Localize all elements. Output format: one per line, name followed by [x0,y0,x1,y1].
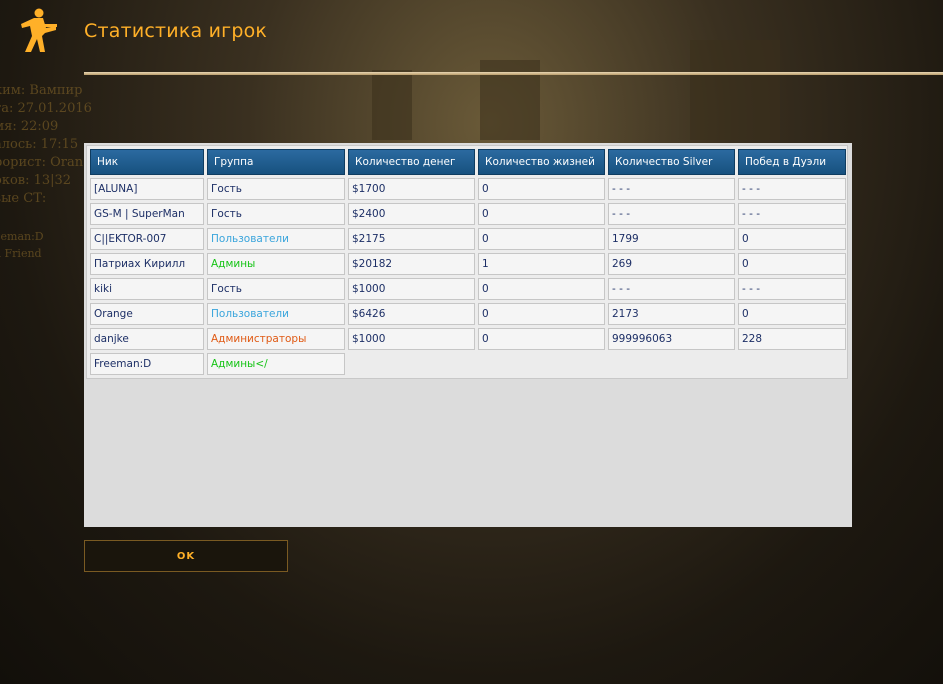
column-header-nick[interactable]: Ник [90,149,204,175]
cell-silver: 999996063 [608,328,735,350]
cell-duels: - - - [738,278,846,300]
cell-silver: 1799 [608,228,735,250]
column-header-lives[interactable]: Количество жизней [478,149,605,175]
cell-lives: 0 [478,278,605,300]
cell-nick: Orange [90,303,204,325]
table-row[interactable]: [ALUNA] Гость $1700 0- - -- - - [90,178,846,200]
cell-group: Пользователи [207,228,345,250]
cell-lives: 0 [478,303,605,325]
table-row[interactable]: Orange Пользователи $6426 0 2173 0 [90,303,846,325]
cell-lives: 0 [478,178,605,200]
cell-silver: 269 [608,253,735,275]
cell-duels: 0 [738,303,846,325]
table-row[interactable]: kiki Гость $1000 0- - -- - - [90,278,846,300]
cell-group: Админы</ [207,353,345,375]
table-row[interactable]: danjke Администраторы $1000 0 999996063 228 [90,328,846,350]
cell-lives: 0 [478,203,605,225]
cell-silver: - - - [608,178,735,200]
cell-group: Пользователи [207,303,345,325]
table-row[interactable]: Патриах Кирилл Админы $20182 1 269 0 [90,253,846,275]
cell-money: $1000 [348,278,475,300]
background-hud-players: eeman:D d Friend [0,230,44,260]
table-row[interactable]: Freeman:D Админы</ [90,353,846,375]
cell-group: Гость [207,203,345,225]
cell-nick: kiki [90,278,204,300]
empty-cell [608,353,735,375]
cell-nick: Freeman:D [90,353,204,375]
stats-panel: Ник Группа Количество денег Количество ж… [84,143,852,527]
ok-button[interactable]: OK [84,540,288,572]
background-hud-text: ким: Вампир та: 27.01.2016 мя: 22:09 ало… [0,83,92,206]
column-header-silver[interactable]: Количество Silver [608,149,735,175]
header-divider [84,72,943,75]
empty-cell [348,353,475,375]
cell-nick: [ALUNA] [90,178,204,200]
cell-silver: - - - [608,203,735,225]
column-header-duels[interactable]: Побед в Дуэли [738,149,846,175]
cell-nick: C||EKTOR-007 [90,228,204,250]
column-header-money[interactable]: Количество денег [348,149,475,175]
cell-money: $1000 [348,328,475,350]
cell-group: Админы [207,253,345,275]
cell-money: $1700 [348,178,475,200]
cell-lives: 0 [478,328,605,350]
table-header-row: Ник Группа Количество денег Количество ж… [90,149,846,175]
cell-group: Гость [207,178,345,200]
cell-money: $20182 [348,253,475,275]
cell-group: Администраторы [207,328,345,350]
cell-lives: 0 [478,228,605,250]
cell-duels: - - - [738,178,846,200]
empty-cell [738,353,846,375]
column-header-group[interactable]: Группа [207,149,345,175]
stats-table: Ник Группа Количество денег Количество ж… [87,146,849,378]
cell-nick: Патриах Кирилл [90,253,204,275]
cell-duels: - - - [738,203,846,225]
cell-silver: 2173 [608,303,735,325]
stats-table-container: Ник Группа Количество денег Количество ж… [86,145,848,379]
empty-cell [478,353,605,375]
background-block [372,70,412,140]
cell-nick: GS-M | SuperMan [90,203,204,225]
cell-group: Гость [207,278,345,300]
table-row[interactable]: C||EKTOR-007 Пользователи $2175 0 1799 0 [90,228,846,250]
page-title: Статистика игрок [84,20,268,42]
cell-money: $2175 [348,228,475,250]
cell-duels: 0 [738,253,846,275]
cell-silver: - - - [608,278,735,300]
cell-money: $2400 [348,203,475,225]
cell-nick: danjke [90,328,204,350]
cell-duels: 228 [738,328,846,350]
cell-money: $6426 [348,303,475,325]
table-row[interactable]: GS-M | SuperMan Гость $2400 0- - -- - - [90,203,846,225]
counter-terrorist-icon [21,8,57,52]
cell-lives: 1 [478,253,605,275]
header: Статистика игрок [0,0,943,76]
cell-duels: 0 [738,228,846,250]
